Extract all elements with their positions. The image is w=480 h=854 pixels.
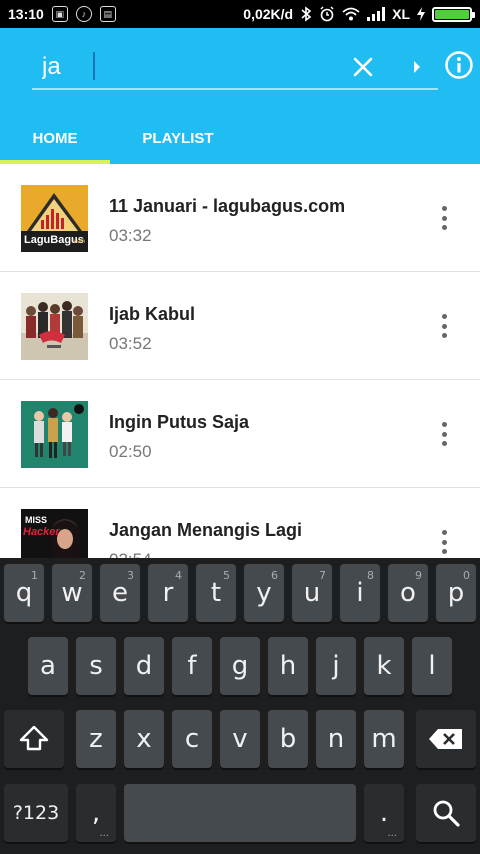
key-m[interactable]: m xyxy=(364,710,404,768)
status-time: 13:10 xyxy=(8,6,44,22)
key-x[interactable]: x xyxy=(124,710,164,768)
image-icon: ▣ xyxy=(51,6,68,22)
signal-icon xyxy=(367,7,386,21)
cover-text-suffix: .com xyxy=(72,239,85,245)
song-duration: 03:32 xyxy=(109,226,152,245)
backspace-icon xyxy=(429,729,462,749)
key-t[interactable]: t5 xyxy=(196,564,236,622)
network-speed: 0,02K/d xyxy=(243,6,294,22)
cover-text: MISS xyxy=(25,515,47,525)
key-i[interactable]: i8 xyxy=(340,564,380,622)
key-r[interactable]: r4 xyxy=(148,564,188,622)
key-v[interactable]: v xyxy=(220,710,260,768)
alarm-icon xyxy=(320,6,334,22)
shift-icon xyxy=(19,725,49,751)
search-key[interactable] xyxy=(416,784,476,842)
list-item[interactable]: Ijab Kabul 03:52 xyxy=(0,272,480,380)
info-icon[interactable] xyxy=(444,50,474,80)
song-title: 11 Januari - lagubagus.com xyxy=(109,196,346,216)
key-e[interactable]: e3 xyxy=(100,564,140,622)
period-key[interactable]: .... xyxy=(364,784,404,842)
more-icon[interactable] xyxy=(438,530,450,554)
band-cover xyxy=(21,293,88,360)
tab-home[interactable]: HOME xyxy=(0,112,110,164)
key-c[interactable]: c xyxy=(172,710,212,768)
key-n[interactable]: n xyxy=(316,710,356,768)
lagubagus-cover: LaguBagus .com xyxy=(21,185,88,252)
tab-bar: HOME PLAYLIST xyxy=(0,112,480,164)
wifi-icon xyxy=(342,7,360,21)
cover-text: Hacker xyxy=(23,526,60,538)
key-d[interactable]: d xyxy=(124,637,164,695)
key-w[interactable]: w2 xyxy=(52,564,92,622)
carrier-label: XL xyxy=(392,6,410,22)
key-a[interactable]: a xyxy=(28,637,68,695)
key-g[interactable]: g xyxy=(220,637,260,695)
key-h[interactable]: h xyxy=(268,637,308,695)
backspace-key[interactable] xyxy=(416,710,476,768)
key-q[interactable]: q1 xyxy=(4,564,44,622)
tab-playlist[interactable]: PLAYLIST xyxy=(110,112,246,164)
song-duration: 02:54 xyxy=(109,550,302,558)
more-icon[interactable] xyxy=(438,422,450,446)
song-list: LaguBagus .com 11 Januari - lagubagus.co… xyxy=(0,164,480,558)
soft-keyboard: q1 w2 e3 r4 t5 y6 u7 i8 o9 p0 a s d f g … xyxy=(0,558,480,854)
key-z[interactable]: z xyxy=(76,710,116,768)
charging-icon xyxy=(417,7,425,21)
app2-icon: ▤ xyxy=(99,6,116,22)
search-icon xyxy=(433,800,460,827)
key-s[interactable]: s xyxy=(76,637,116,695)
play-search-icon[interactable] xyxy=(412,52,422,82)
battery-icon xyxy=(432,6,475,22)
key-f[interactable]: f xyxy=(172,637,212,695)
list-item[interactable]: MISS Hacker Jangan Menangis Lagi 02:54 xyxy=(0,488,480,558)
text-cursor xyxy=(93,52,95,80)
key-j[interactable]: j xyxy=(316,637,356,695)
key-b[interactable]: b xyxy=(268,710,308,768)
key-u[interactable]: u7 xyxy=(292,564,332,622)
search-input[interactable] xyxy=(32,53,352,81)
status-bar: 13:10 ▣ ♪ ▤ 0,02K/d XL xyxy=(0,0,480,28)
comma-key[interactable]: ,... xyxy=(76,784,116,842)
key-y[interactable]: y6 xyxy=(244,564,284,622)
song-duration: 03:52 xyxy=(109,334,152,353)
miss-hacker-cover: MISS Hacker xyxy=(21,509,88,558)
song-duration: 02:50 xyxy=(109,442,152,461)
key-k[interactable]: k xyxy=(364,637,404,695)
group-cover xyxy=(21,401,88,468)
bluetooth-icon xyxy=(301,6,312,22)
more-icon[interactable] xyxy=(438,314,450,338)
search-bar xyxy=(32,46,438,90)
more-icon[interactable] xyxy=(438,206,450,230)
space-key[interactable] xyxy=(124,784,356,842)
clear-icon[interactable] xyxy=(352,52,374,82)
app-bar: HOME PLAYLIST xyxy=(0,28,480,164)
battery-fill xyxy=(435,9,469,19)
list-item[interactable]: Ingin Putus Saja 02:50 xyxy=(0,380,480,488)
shift-key[interactable] xyxy=(4,710,64,768)
app-icon: ♪ xyxy=(75,6,92,22)
song-title: Ingin Putus Saja xyxy=(109,412,250,432)
song-title: Ijab Kabul xyxy=(109,304,196,324)
song-title: Jangan Menangis Lagi xyxy=(109,520,303,540)
key-l[interactable]: l xyxy=(412,637,452,695)
key-o[interactable]: o9 xyxy=(388,564,428,622)
symbols-key[interactable]: ?123 xyxy=(4,784,68,842)
list-item[interactable]: LaguBagus .com 11 Januari - lagubagus.co… xyxy=(0,164,480,272)
key-p[interactable]: p0 xyxy=(436,564,476,622)
